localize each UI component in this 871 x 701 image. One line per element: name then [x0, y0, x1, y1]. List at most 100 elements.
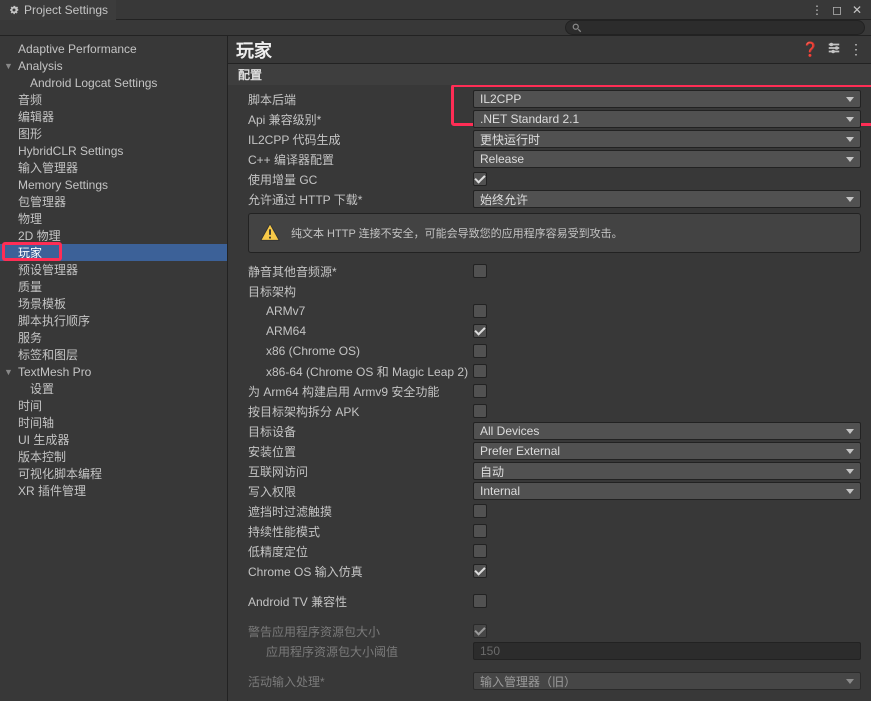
checkbox-android-tv[interactable]	[473, 594, 487, 608]
sidebar-item-label: 玩家	[18, 244, 42, 261]
sidebar-item-10[interactable]: 物理	[0, 210, 227, 227]
settings-scroll[interactable]: 脚本后端IL2CPP Api 兼容级别*.NET Standard 2.1 IL…	[228, 85, 871, 701]
gear-icon	[8, 4, 20, 16]
sidebar-item-22[interactable]: 时间轴	[0, 414, 227, 431]
sidebar-item-0[interactable]: Adaptive Performance	[0, 40, 227, 57]
settings-sidebar: Adaptive Performance▼Analysis Android Log…	[0, 36, 228, 701]
sidebar-item-25[interactable]: 可视化脚本编程	[0, 465, 227, 482]
sidebar-item-23[interactable]: UI 生成器	[0, 431, 227, 448]
sidebar-item-5[interactable]: 图形	[0, 125, 227, 142]
search-icon	[572, 23, 582, 33]
dropdown-scripting-backend[interactable]: IL2CPP	[473, 90, 861, 108]
sidebar-item-4[interactable]: 编辑器	[0, 108, 227, 125]
checkbox-low-accuracy-loc[interactable]	[473, 544, 487, 558]
sidebar-item-13[interactable]: 预设管理器	[0, 261, 227, 278]
sidebar-item-26[interactable]: XR 插件管理	[0, 482, 227, 499]
presets-icon[interactable]	[827, 41, 841, 58]
search-bar	[0, 20, 871, 36]
checkbox-x86-64[interactable]	[473, 364, 487, 378]
sidebar-item-label: 物理	[18, 210, 42, 227]
dropdown-api-compat[interactable]: .NET Standard 2.1	[473, 110, 861, 128]
http-warning-box: 纯文本 HTTP 连接不安全，可能会导致您的应用程序容易受到攻击。	[248, 213, 861, 253]
dropdown-active-input: 输入管理器（旧）	[473, 672, 861, 690]
sidebar-item-label: XR 插件管理	[18, 482, 86, 499]
label-armv9-security: 为 Arm64 构建启用 Armv9 安全功能	[248, 383, 473, 400]
dropdown-install-location[interactable]: Prefer External	[473, 442, 861, 460]
sidebar-item-label: 服务	[18, 329, 42, 346]
label-x86: x86 (Chrome OS)	[248, 344, 473, 358]
checkbox-filter-touches[interactable]	[473, 504, 487, 518]
sidebar-item-label: 2D 物理	[18, 227, 61, 244]
sidebar-item-21[interactable]: 时间	[0, 397, 227, 414]
settings-content: 玩家 ❓ ⋮ 配置 脚本后端IL2CPP Api 兼容级别*.NET Stand…	[228, 36, 871, 701]
sidebar-item-15[interactable]: 场景模板	[0, 295, 227, 312]
help-icon[interactable]: ❓	[802, 41, 819, 58]
sidebar-item-2[interactable]: Android Logcat Settings	[0, 74, 227, 91]
window-maximize-icon[interactable]: ◻	[829, 3, 845, 17]
sidebar-item-18[interactable]: 标签和图层	[0, 346, 227, 363]
section-title: 配置	[228, 64, 871, 85]
content-header: 玩家 ❓ ⋮	[228, 36, 871, 64]
checkbox-x86[interactable]	[473, 344, 487, 358]
label-cpp-compiler: C++ 编译器配置	[248, 151, 473, 168]
dropdown-internet-access[interactable]: 自动	[473, 462, 861, 480]
checkbox-incremental-gc[interactable]	[473, 172, 487, 186]
label-http-download: 允许通过 HTTP 下载*	[248, 191, 473, 208]
label-armv7: ARMv7	[248, 304, 473, 318]
label-x86-64: x86-64 (Chrome OS 和 Magic Leap 2)	[248, 363, 473, 380]
sidebar-item-label: 脚本执行顺序	[18, 312, 90, 329]
sidebar-item-7[interactable]: 输入管理器	[0, 159, 227, 176]
window-close-icon[interactable]: ✕	[849, 3, 865, 17]
sidebar-item-1[interactable]: ▼Analysis	[0, 57, 227, 74]
checkbox-mute-other[interactable]	[473, 264, 487, 278]
sidebar-item-label: Android Logcat Settings	[30, 76, 157, 90]
sidebar-item-16[interactable]: 脚本执行顺序	[0, 312, 227, 329]
label-filter-touches: 遮挡时过滤触摸	[248, 503, 473, 520]
more-icon[interactable]: ⋮	[849, 41, 863, 58]
label-chromeos-input: Chrome OS 输入仿真	[248, 563, 473, 580]
sidebar-item-20[interactable]: 设置	[0, 380, 227, 397]
sidebar-item-6[interactable]: HybridCLR Settings	[0, 142, 227, 159]
dropdown-write-permission[interactable]: Internal	[473, 482, 861, 500]
checkbox-chromeos-input[interactable]	[473, 564, 487, 578]
sidebar-item-label: Memory Settings	[18, 178, 108, 192]
sidebar-item-14[interactable]: 质量	[0, 278, 227, 295]
label-target-device: 目标设备	[248, 423, 473, 440]
label-low-accuracy-loc: 低精度定位	[248, 543, 473, 560]
window-menu-icon[interactable]: ⋮	[809, 3, 825, 17]
sidebar-item-19[interactable]: ▼TextMesh Pro	[0, 363, 227, 380]
label-write-permission: 写入权限	[248, 483, 473, 500]
label-warn-bundle-size: 警告应用程序资源包大小	[248, 623, 473, 640]
checkbox-warn-bundle-size	[473, 624, 487, 638]
sidebar-item-label: 可视化脚本编程	[18, 465, 102, 482]
titlebar: Project Settings ⋮ ◻ ✕	[0, 0, 871, 20]
sidebar-item-label: UI 生成器	[18, 431, 69, 448]
sidebar-item-label: 质量	[18, 278, 42, 295]
checkbox-arm64[interactable]	[473, 324, 487, 338]
sidebar-item-11[interactable]: 2D 物理	[0, 227, 227, 244]
window-tab[interactable]: Project Settings	[0, 0, 116, 20]
search-input[interactable]	[565, 20, 865, 35]
sidebar-item-17[interactable]: 服务	[0, 329, 227, 346]
checkbox-armv7[interactable]	[473, 304, 487, 318]
label-android-tv: Android TV 兼容性	[248, 593, 473, 610]
sidebar-item-9[interactable]: 包管理器	[0, 193, 227, 210]
label-internet-access: 互联网访问	[248, 463, 473, 480]
dropdown-cpp-compiler[interactable]: Release	[473, 150, 861, 168]
label-scripting-backend: 脚本后端	[248, 91, 473, 108]
sidebar-item-24[interactable]: 版本控制	[0, 448, 227, 465]
checkbox-sustained-perf[interactable]	[473, 524, 487, 538]
sidebar-item-12[interactable]: 玩家	[0, 244, 227, 261]
dropdown-il2cpp-codegen[interactable]: 更快运行时	[473, 130, 861, 148]
sidebar-item-label: 设置	[30, 380, 54, 397]
sidebar-item-3[interactable]: 音频	[0, 91, 227, 108]
label-api-compat: Api 兼容级别*	[248, 111, 473, 128]
checkbox-split-apk[interactable]	[473, 404, 487, 418]
warning-icon	[259, 222, 281, 244]
dropdown-http-download[interactable]: 始终允许	[473, 190, 861, 208]
checkbox-armv9-security[interactable]	[473, 384, 487, 398]
sidebar-item-8[interactable]: Memory Settings	[0, 176, 227, 193]
label-install-location: 安装位置	[248, 443, 473, 460]
dropdown-target-device[interactable]: All Devices	[473, 422, 861, 440]
sidebar-item-label: 音频	[18, 91, 42, 108]
